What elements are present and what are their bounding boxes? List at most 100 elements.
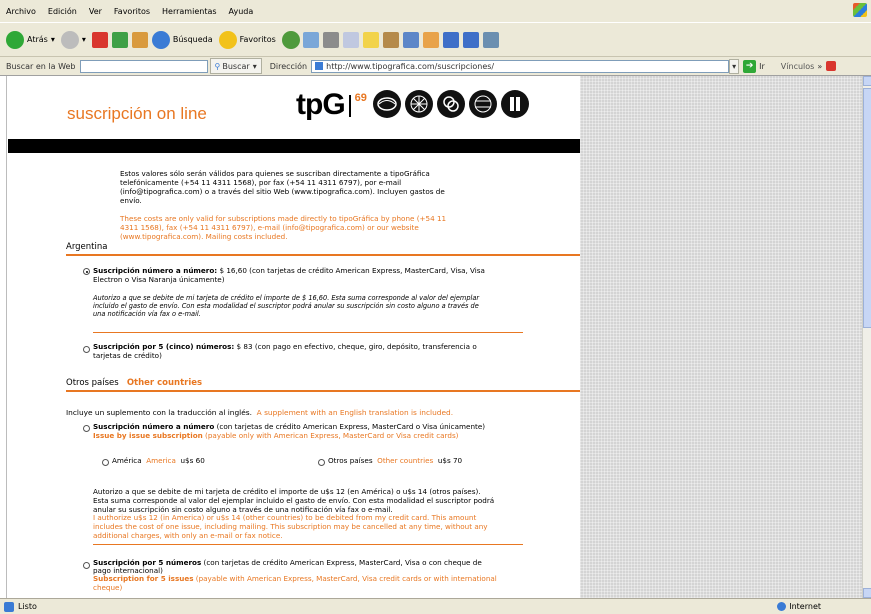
- menu-file[interactable]: Archivo: [0, 7, 42, 16]
- radio-america[interactable]: [102, 459, 109, 466]
- page-content: suscripción on line tpG 69 Estos valores…: [8, 76, 580, 598]
- forward-button[interactable]: ▾: [60, 30, 86, 49]
- menu-bar: Archivo Edición Ver Favoritos Herramient…: [0, 0, 871, 23]
- argentina-opt1-line1: Suscripción número a número: $ 16,60 (co…: [93, 266, 485, 275]
- refresh-icon[interactable]: [111, 31, 128, 48]
- page-icon: [315, 62, 324, 70]
- other-opt1-line1: Suscripción número a número (con tarjeta…: [93, 422, 486, 431]
- argentina-auth-3: una notificación vía fax o e-mail.: [93, 310, 201, 318]
- windows-logo-icon: [853, 3, 867, 17]
- menu-edit[interactable]: Edición: [42, 7, 83, 16]
- status-bar: Listo Internet: [0, 598, 871, 614]
- other-auth-en-2: includes the cost of one issue, includin…: [93, 522, 488, 531]
- play-icon[interactable]: [462, 31, 479, 48]
- intro-es-4: envío.: [120, 196, 142, 205]
- globe-icon: [777, 602, 787, 611]
- other-auth-es-1: Autorizo a que se debite de mi tarjeta d…: [93, 487, 481, 496]
- go-arrow-icon[interactable]: ➔: [743, 59, 757, 73]
- supplement-note: Incluye un suplemento con la traducción …: [66, 408, 454, 417]
- intro-en-2: 4311 1568), fax (+54 11 4311 6797), e-ma…: [120, 223, 419, 232]
- other-auth-en-1: I authorize u$s 12 (in America) or u$s 1…: [93, 513, 477, 522]
- radio-other-issue[interactable]: [83, 425, 90, 432]
- argentina-opt2-line2: tarjetas de crédito): [93, 351, 162, 360]
- nav-dial-5-icon[interactable]: [500, 90, 529, 118]
- web-viewport: suscripción on line tpG 69 Estos valores…: [0, 76, 862, 598]
- messenger-icon[interactable]: [402, 31, 419, 48]
- radio-argentina-five[interactable]: [83, 346, 90, 353]
- research-icon[interactable]: [382, 31, 399, 48]
- links-label[interactable]: Vínculos: [781, 62, 815, 71]
- other-opt2-line3: Subscription for 5 issues (payable with …: [93, 574, 497, 583]
- links-chevron-icon[interactable]: »: [817, 62, 822, 71]
- argentina-opt2-line1: Suscripción por 5 (cinco) números: $ 83 …: [93, 342, 477, 351]
- intro-en-3: (www.tipografica.com). Mailing costs inc…: [120, 232, 288, 241]
- discuss-icon[interactable]: [442, 31, 459, 48]
- left-rule: [6, 76, 7, 598]
- intro-en-1: These costs are only valid for subscript…: [120, 214, 447, 223]
- address-bar: Buscar en la Web ⚲ Buscar ▾ Dirección htt…: [0, 57, 871, 76]
- other-auth-es-2: Esta suma corresponde al valor del ejemp…: [93, 496, 495, 505]
- search-icon: [151, 30, 170, 49]
- toolbar: Atrás ▾ ▾ Búsqueda Favoritos: [0, 23, 871, 57]
- scroll-up-arrow-icon[interactable]: [863, 76, 871, 86]
- nav-dial-2-icon[interactable]: [404, 90, 433, 118]
- window-icon[interactable]: [482, 31, 499, 48]
- search-web-label: Buscar en la Web: [6, 61, 76, 71]
- zone-indicator: Internet: [777, 602, 821, 611]
- nav-dial-4-icon[interactable]: [468, 90, 497, 118]
- folder-icon[interactable]: [362, 31, 379, 48]
- link-icon[interactable]: [826, 61, 837, 71]
- menu-view[interactable]: Ver: [83, 7, 108, 16]
- radio-other-five[interactable]: [83, 562, 90, 569]
- web-search-input[interactable]: [79, 59, 208, 73]
- favorites-button[interactable]: Favoritos: [218, 30, 276, 49]
- intro-es-2: telefónicamente (+54 11 4311 1568), por …: [120, 178, 402, 187]
- scroll-thumb[interactable]: [863, 88, 871, 328]
- scroll-down-arrow-icon[interactable]: [863, 588, 871, 598]
- radio-otros-paises[interactable]: [318, 459, 325, 466]
- argentina-heading: Argentina: [66, 242, 108, 252]
- go-button[interactable]: Ir: [759, 62, 765, 71]
- url-dropdown[interactable]: ▾: [729, 58, 740, 74]
- menu-help[interactable]: Ayuda: [223, 7, 260, 16]
- other-opt1-line2: Issue by issue subscription (payable onl…: [93, 431, 459, 440]
- logo-text: tpG: [296, 88, 346, 121]
- print-icon[interactable]: [322, 31, 339, 48]
- stop-icon[interactable]: [91, 31, 108, 48]
- otros-paises-option: Otros países Other countries u$s 70: [328, 456, 463, 465]
- history-icon[interactable]: [281, 30, 300, 49]
- vertical-scrollbar[interactable]: [862, 76, 871, 598]
- nav-dial-1-icon[interactable]: [372, 90, 401, 118]
- divider-argentina: [66, 254, 580, 256]
- magnifier-icon: ⚲: [214, 61, 221, 71]
- status-text: Listo: [18, 602, 37, 611]
- page-title: suscripción on line: [67, 104, 207, 123]
- back-button[interactable]: Atrás ▾: [6, 30, 55, 49]
- radio-argentina-issue[interactable]: [83, 268, 90, 275]
- tpg-logo[interactable]: tpG 69: [296, 90, 533, 120]
- nav-dial-3-icon[interactable]: [436, 90, 465, 118]
- divider-other-countries: [66, 390, 580, 392]
- address-label: Dirección: [269, 61, 308, 71]
- intro-es-3: (info@tipografica.com) o a través del si…: [120, 187, 445, 196]
- forward-arrow-icon: [60, 30, 79, 49]
- page-status-icon: [4, 601, 14, 612]
- mail-icon[interactable]: [302, 31, 319, 48]
- other-countries-heading: Otros países Other countries: [66, 378, 203, 388]
- edit-icon[interactable]: [342, 31, 359, 48]
- search-button[interactable]: Búsqueda: [151, 30, 213, 49]
- other-auth-en-3: additional charges, with only an e-mail …: [93, 531, 283, 540]
- media-icon[interactable]: [422, 31, 439, 48]
- argentina-opt1-line2: Electron o Visa Naranja únicamente): [93, 275, 225, 284]
- header-black-bar: [8, 139, 580, 153]
- web-search-button[interactable]: ⚲ Buscar ▾: [209, 58, 262, 74]
- menu-favorites[interactable]: Favoritos: [108, 7, 156, 16]
- logo-number: 69: [354, 92, 367, 104]
- url-field[interactable]: http://www.tipografica.com/suscripciones…: [311, 59, 730, 73]
- divider-argentina-options: [93, 332, 523, 333]
- menu-tools[interactable]: Herramientas: [156, 7, 223, 16]
- home-icon[interactable]: [131, 31, 148, 48]
- star-icon: [218, 30, 237, 49]
- other-opt2-line4: cheque): [93, 583, 123, 592]
- background-pattern: [580, 76, 862, 598]
